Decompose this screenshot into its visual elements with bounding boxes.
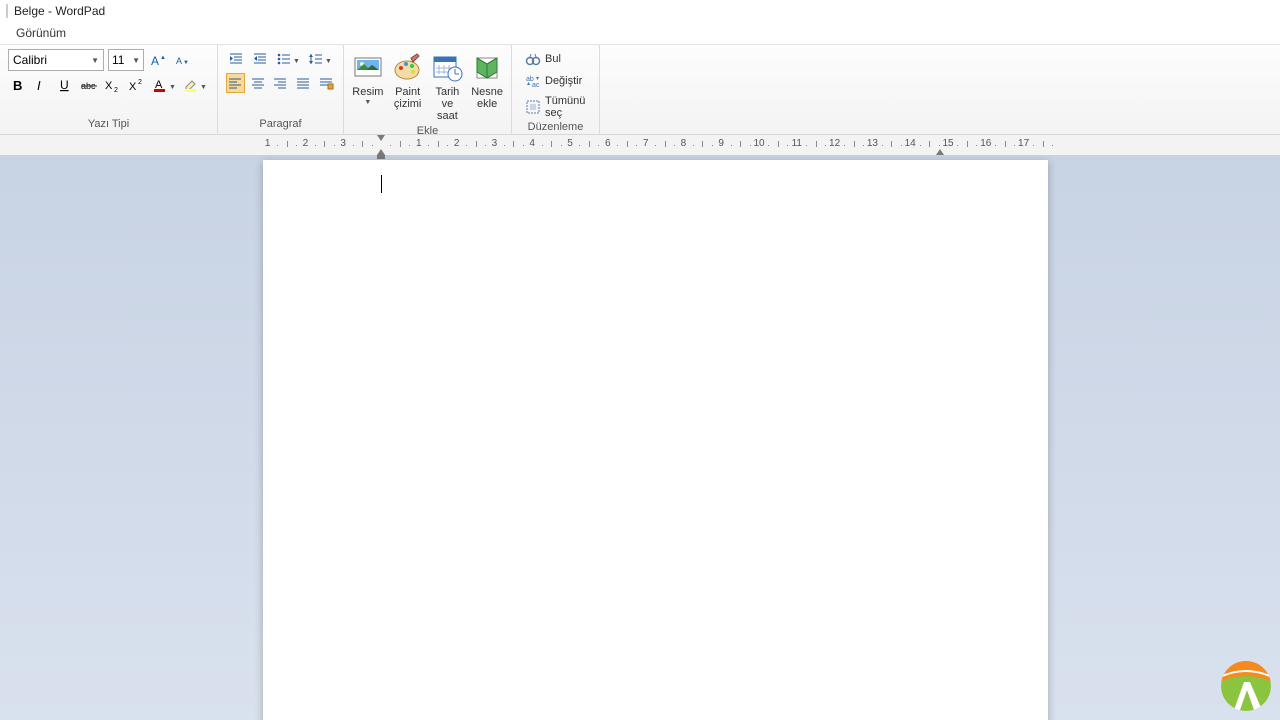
svg-text:U: U [60, 78, 69, 92]
text-cursor [381, 175, 382, 193]
svg-text:▼: ▼ [325, 58, 332, 65]
align-right-button[interactable] [271, 73, 290, 93]
line-spacing-button[interactable]: ▼ [306, 49, 334, 69]
menu-bar: Görünüm [0, 22, 1280, 45]
select-all-icon [525, 99, 541, 115]
ruler-number: 3 [340, 138, 346, 149]
select-all-button[interactable]: Tümünü seç [520, 93, 591, 121]
svg-text:▲: ▲ [160, 55, 166, 61]
ribbon: Calibri▼ 11▼ A▲ A▼ B I [0, 45, 1280, 135]
insert-object-button[interactable]: Nesne ekle [467, 49, 507, 113]
svg-text:X: X [129, 81, 137, 93]
chevron-down-icon: ▼ [91, 56, 99, 65]
horizontal-ruler[interactable]: 3211234567891011121314151617 [0, 135, 1280, 155]
ruler-number: 9 [718, 138, 724, 149]
bullets-button[interactable]: ▼ [274, 49, 302, 69]
ruler-number: 15 [942, 138, 953, 149]
window-title: Belge - WordPad [14, 4, 105, 18]
ruler-number: 4 [529, 138, 535, 149]
ruler-number: 1 [265, 138, 271, 149]
bold-button[interactable]: B [8, 75, 28, 95]
strikethrough-button[interactable]: abc [79, 75, 99, 95]
first-line-indent-marker[interactable] [377, 135, 385, 141]
svg-text:2: 2 [138, 79, 142, 86]
svg-text:ac: ac [532, 82, 540, 89]
svg-text:B: B [13, 78, 22, 93]
ruler-number: 2 [454, 138, 460, 149]
decrease-indent-button[interactable] [226, 49, 246, 69]
ruler-number: 7 [643, 138, 649, 149]
ribbon-group-paragraph: ▼ ▼ [218, 45, 344, 134]
chevron-down-icon: ▼ [364, 99, 371, 107]
ruler-number: 8 [681, 138, 687, 149]
title-bar: Belge - WordPad [0, 0, 1280, 22]
superscript-button[interactable]: X2 [126, 75, 146, 95]
left-indent-marker[interactable] [377, 149, 385, 155]
ruler-number: 3 [492, 138, 498, 149]
title-separator [6, 4, 8, 18]
group-label-font: Yazı Tipi [8, 118, 209, 132]
replace-icon: abac [525, 73, 541, 89]
ruler-number: 11 [792, 138, 802, 149]
ruler-number: 6 [605, 138, 611, 149]
right-indent-marker[interactable] [936, 149, 944, 155]
ruler-number: 13 [867, 138, 878, 149]
align-center-button[interactable] [249, 73, 268, 93]
paint-palette-icon [392, 52, 424, 84]
svg-text:▼: ▼ [183, 60, 189, 66]
menu-view[interactable]: Görünüm [10, 24, 72, 42]
group-label-editing: Düzenleme [520, 121, 591, 135]
ruler-number: 12 [829, 138, 840, 149]
ruler-number: 17 [1018, 138, 1029, 149]
font-color-button[interactable]: A▼ [150, 75, 178, 95]
document-workspace: 3211234567891011121314151617 [0, 135, 1280, 720]
ribbon-group-editing: Bul abac Değiştir Tümünü seç Düzenleme [512, 45, 600, 134]
ruler-number: 14 [905, 138, 916, 149]
increase-indent-button[interactable] [250, 49, 270, 69]
brand-logo [1220, 660, 1272, 712]
svg-text:▼: ▼ [200, 84, 207, 91]
grow-font-button[interactable]: A▲ [148, 50, 168, 70]
font-family-select[interactable]: Calibri▼ [8, 49, 104, 71]
svg-text:X: X [105, 80, 113, 92]
picture-icon [352, 52, 384, 84]
ruler-number: 1 [416, 138, 422, 149]
align-justify-button[interactable] [294, 73, 313, 93]
italic-button[interactable]: I [32, 75, 52, 95]
replace-button[interactable]: abac Değiştir [520, 71, 591, 91]
svg-text:▼: ▼ [293, 58, 300, 65]
group-label-paragraph: Paragraf [226, 118, 335, 132]
svg-text:A: A [176, 56, 182, 66]
calendar-clock-icon [431, 52, 463, 84]
underline-button[interactable]: U [55, 75, 75, 95]
ruler-number: 5 [567, 138, 573, 149]
paragraph-dialog-button[interactable] [316, 73, 335, 93]
insert-datetime-button[interactable]: Tarih ve saat [428, 49, 468, 125]
svg-text:▼: ▼ [169, 84, 176, 91]
object-icon [471, 52, 503, 84]
insert-paint-button[interactable]: Paint çizimi [388, 49, 428, 113]
ribbon-group-insert: Resim ▼ Paint çizimi Tarih ve saat Nesn [344, 45, 512, 134]
binoculars-icon [525, 51, 541, 67]
highlight-button[interactable]: ▼ [181, 75, 209, 95]
subscript-button[interactable]: X2 [103, 75, 123, 95]
font-size-select[interactable]: 11▼ [108, 49, 144, 71]
ribbon-group-font: Calibri▼ 11▼ A▲ A▼ B I [0, 45, 218, 134]
find-button[interactable]: Bul [520, 49, 591, 69]
ruler-number: 16 [980, 138, 991, 149]
ruler-number: 10 [753, 138, 764, 149]
document-page[interactable] [263, 160, 1048, 720]
shrink-font-button[interactable]: A▼ [172, 50, 192, 70]
svg-text:I: I [37, 78, 41, 93]
insert-image-button[interactable]: Resim ▼ [348, 49, 388, 110]
chevron-down-icon: ▼ [132, 56, 140, 65]
align-left-button[interactable] [226, 73, 245, 93]
ruler-number: 2 [303, 138, 309, 149]
svg-text:A: A [151, 54, 159, 68]
svg-text:2: 2 [114, 87, 118, 93]
